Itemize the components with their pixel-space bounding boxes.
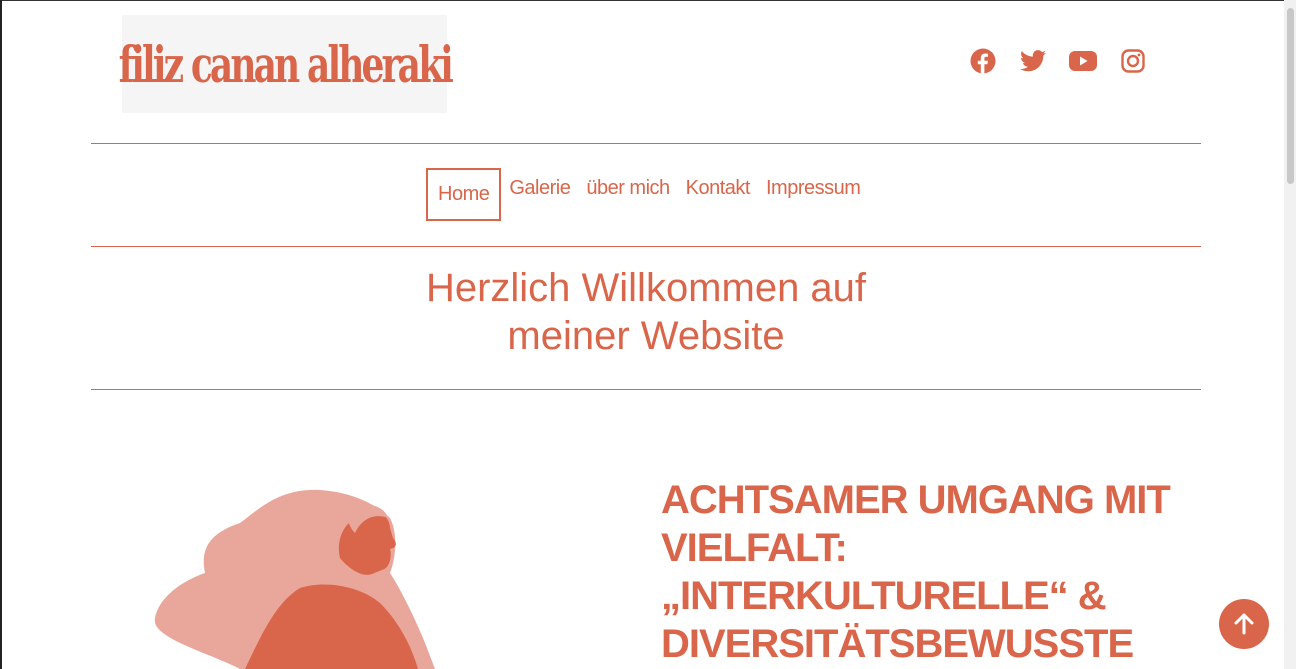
hero-headline: ACHTSAMER UMGANG MIT VIELFALT: „INTERKUL…: [661, 476, 1181, 668]
window-top-edge: [0, 0, 1296, 1]
arrow-up-icon: [1234, 613, 1254, 635]
instagram-icon[interactable]: [1118, 46, 1148, 76]
welcome-heading: Herzlich Willkommen auf meiner Website: [91, 264, 1201, 360]
main-navigation: Home Galerie über mich Kontakt Impressum: [426, 168, 868, 221]
site-logo[interactable]: filiz canan alheraki: [118, 15, 454, 113]
back-to-top-button[interactable]: [1219, 599, 1269, 649]
twitter-icon[interactable]: [1018, 46, 1048, 76]
social-links: [968, 46, 1148, 76]
window-left-edge: [0, 0, 2, 669]
nav-ueber-mich[interactable]: über mich: [578, 168, 677, 210]
scrollbar-thumb[interactable]: [1287, 8, 1294, 184]
welcome-line-1: Herzlich Willkommen auf: [425, 266, 867, 310]
youtube-icon[interactable]: [1068, 46, 1098, 76]
facebook-icon[interactable]: [968, 46, 998, 76]
hero-headline-line-2: VIELFALT:: [661, 526, 848, 570]
hero-headline-line-4: DIVERSITÄTSBEWUSSTE: [661, 622, 1134, 666]
welcome-divider: [91, 389, 1201, 390]
welcome-line-2: meiner Website: [507, 314, 785, 358]
logo-text: filiz canan alheraki: [118, 34, 453, 94]
nav-impressum[interactable]: Impressum: [758, 168, 868, 210]
nav-kontakt[interactable]: Kontakt: [678, 168, 758, 210]
hero-headline-line-3: „INTERKULTURELLE“ &: [661, 574, 1107, 618]
nav-divider: [91, 246, 1201, 247]
woman-silhouette-illustration: [154, 489, 435, 669]
nav-galerie[interactable]: Galerie: [501, 168, 578, 210]
nav-home[interactable]: Home: [426, 168, 502, 221]
hero-headline-line-1: ACHTSAMER UMGANG MIT: [661, 478, 1171, 522]
page-scrollbar[interactable]: [1284, 0, 1296, 669]
header-divider: [91, 143, 1201, 144]
